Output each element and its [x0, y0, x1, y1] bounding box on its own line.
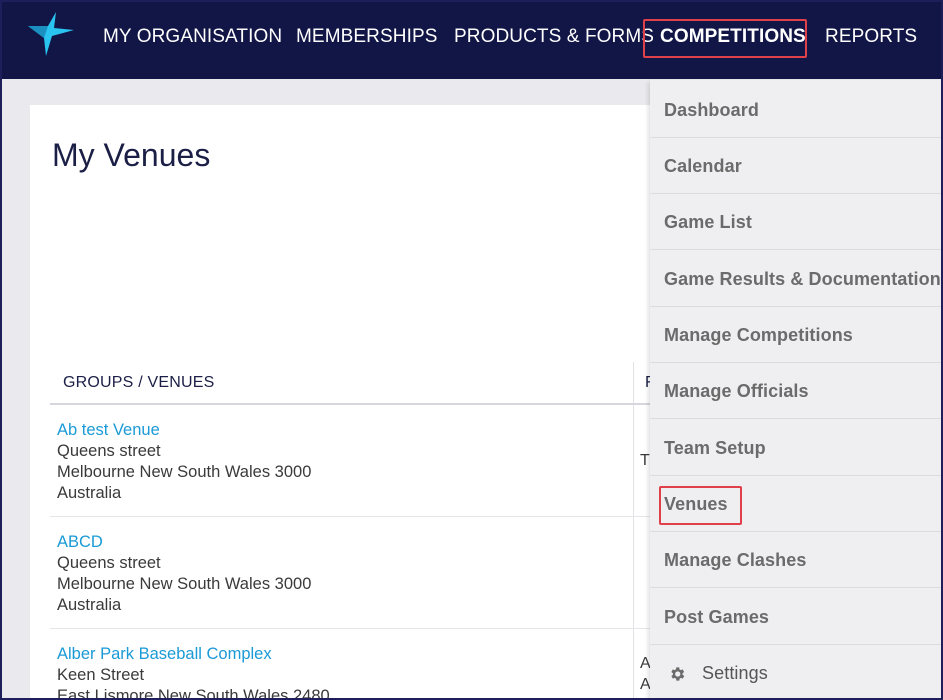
- venues-highlight-box: [659, 486, 742, 525]
- nav-memberships[interactable]: MEMBERSHIPS: [296, 26, 438, 48]
- app-window: MY ORGANISATION MEMBERSHIPS PRODUCTS & F…: [0, 0, 943, 700]
- table-header-divider: [50, 403, 650, 405]
- menu-item-team-setup[interactable]: Team Setup: [650, 420, 941, 476]
- table-row: Ab test Venue Queens street Melbourne Ne…: [57, 420, 311, 504]
- gear-icon: [671, 667, 685, 681]
- competitions-dropdown-menu: Dashboard Calendar Game List Game Result…: [650, 80, 941, 698]
- column-divider: [633, 362, 634, 698]
- venue-side-text: T: [640, 452, 650, 469]
- nav-products-forms[interactable]: PRODUCTS & FORMS: [454, 26, 654, 48]
- app-logo-icon[interactable]: [26, 12, 76, 56]
- menu-item-label: Calendar: [664, 156, 742, 176]
- menu-item-manage-competitions[interactable]: Manage Competitions: [650, 307, 941, 363]
- competitions-highlight-box: [643, 19, 807, 58]
- menu-item-label: Game Results & Documentation: [664, 269, 941, 289]
- page-title: My Venues: [52, 137, 211, 173]
- row-divider: [50, 516, 650, 517]
- menu-item-game-list[interactable]: Game List: [650, 194, 941, 250]
- menu-item-label: Game List: [664, 212, 752, 232]
- venue-street: Queens street: [57, 554, 161, 572]
- row-divider: [50, 628, 650, 629]
- menu-item-label: Manage Officials: [664, 381, 809, 401]
- venue-city: Melbourne New South Wales 3000: [57, 575, 312, 593]
- top-navigation-bar: MY ORGANISATION MEMBERSHIPS PRODUCTS & F…: [2, 2, 941, 79]
- menu-item-settings[interactable]: Settings: [650, 645, 941, 698]
- venue-street: Keen Street: [57, 666, 145, 684]
- menu-item-game-results[interactable]: Game Results & Documentation: [650, 251, 941, 307]
- venue-country: Australia: [57, 484, 122, 502]
- venue-city: East Lismore New South Wales 2480: [57, 687, 330, 700]
- nav-my-organisation[interactable]: MY ORGANISATION: [103, 26, 282, 48]
- table-row: Alber Park Baseball Complex Keen Street …: [57, 644, 330, 700]
- menu-item-post-games[interactable]: Post Games: [650, 589, 941, 645]
- menu-item-label: Post Games: [664, 607, 770, 627]
- menu-item-label: Manage Clashes: [664, 550, 807, 570]
- menu-item-label: Team Setup: [664, 438, 766, 458]
- nav-reports[interactable]: REPORTS: [825, 26, 917, 48]
- venue-name-link[interactable]: Alber Park Baseball Complex: [57, 644, 330, 665]
- menu-item-manage-officials[interactable]: Manage Officials: [650, 363, 941, 419]
- venue-street: Queens street: [57, 442, 161, 460]
- venue-name-link[interactable]: ABCD: [57, 532, 311, 553]
- venue-city: Melbourne New South Wales 3000: [57, 463, 312, 481]
- column-header-groups-venues[interactable]: GROUPS / VENUES: [63, 374, 214, 392]
- venue-name-link[interactable]: Ab test Venue: [57, 420, 311, 441]
- menu-item-calendar[interactable]: Calendar: [650, 138, 941, 194]
- table-row: ABCD Queens street Melbourne New South W…: [57, 532, 311, 616]
- menu-item-dashboard[interactable]: Dashboard: [650, 82, 941, 138]
- menu-item-manage-clashes[interactable]: Manage Clashes: [650, 532, 941, 588]
- menu-item-label: Manage Competitions: [664, 325, 853, 345]
- menu-item-label: Dashboard: [664, 100, 759, 120]
- menu-item-label: Settings: [702, 663, 768, 683]
- venue-country: Australia: [57, 596, 122, 614]
